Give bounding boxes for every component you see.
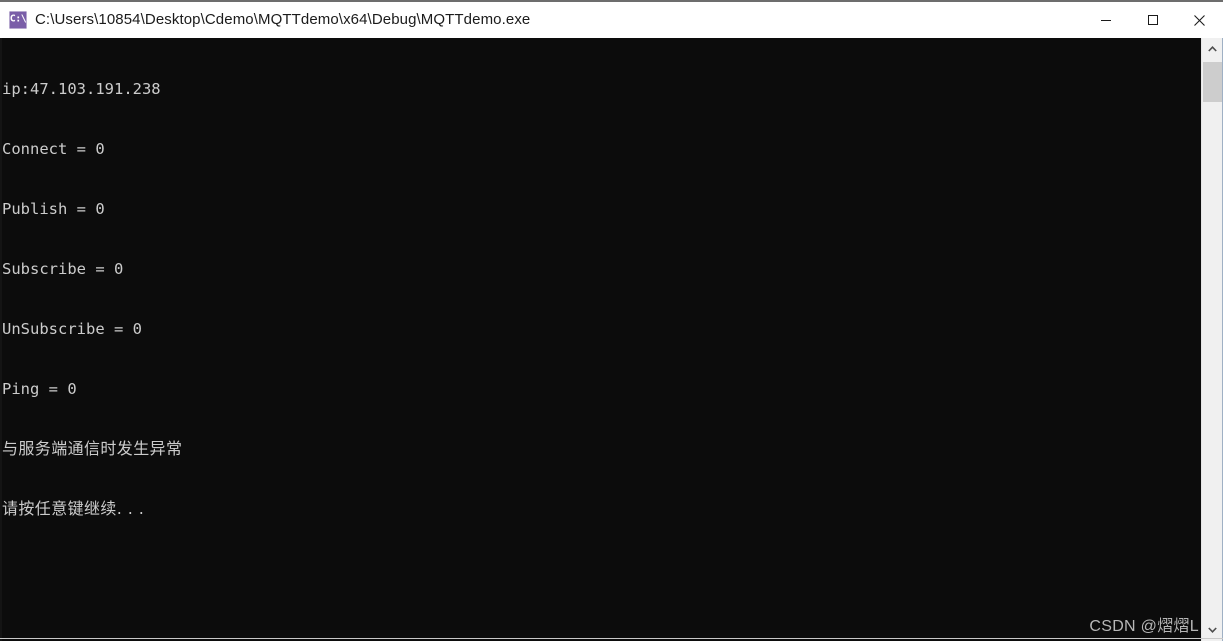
close-button[interactable] [1176, 2, 1223, 38]
maximize-button[interactable] [1129, 2, 1176, 38]
minimize-button[interactable] [1082, 2, 1129, 38]
console-output-area[interactable]: ip:47.103.191.238 Connect = 0 Publish = … [0, 38, 1223, 641]
title-bar[interactable]: C:\ C:\Users\10854\Desktop\Cdemo\MQTTdem… [0, 2, 1223, 38]
console-line: 与服务端通信时发生异常 [2, 439, 183, 458]
window-controls [1082, 2, 1223, 38]
app-icon-glyph: C:\ [9, 13, 27, 25]
watermark-text: CSDN @熠熠L [1089, 618, 1199, 635]
console-line: 请按任意键继续. . . [2, 499, 145, 518]
console-app-icon: C:\ [9, 11, 27, 29]
console-text-block: ip:47.103.191.238 Connect = 0 Publish = … [2, 39, 182, 559]
console-line: Connect = 0 [2, 140, 105, 158]
console-line: UnSubscribe = 0 [2, 320, 142, 338]
vertical-scrollbar[interactable] [1201, 38, 1223, 641]
console-line: Ping = 0 [2, 380, 77, 398]
console-line: Subscribe = 0 [2, 260, 124, 278]
console-line: Publish = 0 [2, 200, 105, 218]
scrollbar-thumb[interactable] [1203, 62, 1222, 102]
console-line: ip:47.103.191.238 [2, 80, 161, 98]
scroll-up-arrow-icon[interactable] [1202, 38, 1223, 60]
console-window: C:\ C:\Users\10854\Desktop\Cdemo\MQTTdem… [0, 0, 1223, 641]
window-title: C:\Users\10854\Desktop\Cdemo\MQTTdemo\x6… [35, 11, 531, 28]
